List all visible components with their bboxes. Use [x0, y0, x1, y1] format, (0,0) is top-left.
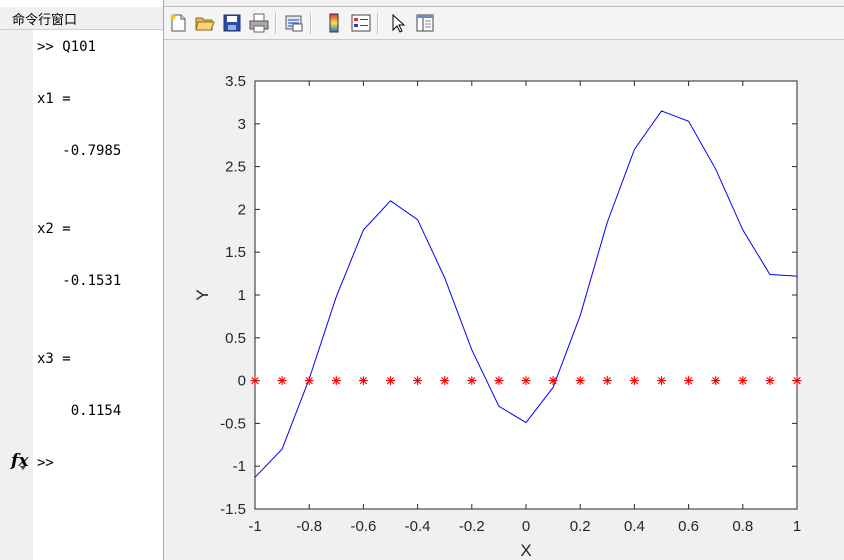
y-tick-label: 1.5 [225, 244, 246, 261]
command-output-line: -0.7985 [37, 143, 122, 159]
y-tick-label: 1 [238, 287, 246, 304]
insert-legend-icon[interactable] [350, 12, 372, 34]
axes-box [254, 80, 798, 510]
y-tick-label: -1 [233, 458, 246, 475]
print-icon[interactable] [248, 12, 270, 34]
figure-toolbar [164, 7, 844, 40]
figure-plot-area[interactable]: -1 -0.8 -0.6 -0.4 -0.2 0 0.2 0.4 0.6 0.8 1-1.5-1-0… [164, 40, 844, 560]
series-star-marker [738, 376, 748, 386]
series-star-marker [467, 376, 477, 386]
series-star-marker [413, 376, 423, 386]
x-axis-label: X [520, 541, 531, 560]
command-output-line: x1 = [37, 91, 71, 107]
command-window-title-bar: 命令行窗口 [0, 7, 163, 30]
edit-plot-arrow-icon[interactable] [387, 12, 409, 34]
x-tick-label: 0.4 [624, 518, 645, 535]
toolbar-separator [310, 13, 312, 34]
series-star-marker [684, 376, 694, 386]
x-tick-label: 0 [522, 518, 530, 535]
command-output-line: -0.1531 [37, 273, 122, 289]
property-inspector-icon[interactable] [414, 12, 436, 34]
series-star-marker [277, 376, 287, 386]
insert-colorbar-icon[interactable] [323, 12, 345, 34]
command-output-line: x3 = [37, 351, 71, 367]
new-figure-icon[interactable] [167, 12, 189, 34]
series-star-marker [494, 376, 504, 386]
series-star-marker [629, 376, 639, 386]
y-tick-label: 0 [238, 373, 246, 390]
command-output-line: x2 = [37, 221, 71, 237]
save-icon[interactable] [221, 12, 243, 34]
command-window[interactable]: 命令行窗口 >> Q101 x1 = -0.7985 x2 = -0.1531 … [0, 0, 164, 560]
command-output-line: 0.1154 [37, 403, 122, 419]
x-tick-label: -0.8 [296, 518, 322, 535]
y-tick-label: 2.5 [225, 159, 246, 176]
series-star-marker [304, 376, 314, 386]
series-star-marker [792, 376, 802, 386]
series-star-marker [602, 376, 612, 386]
x-tick-label: -0.4 [405, 518, 431, 535]
series-star-marker [358, 376, 368, 386]
x-tick-label: 1 [793, 518, 801, 535]
series-star-marker [657, 376, 666, 386]
command-line: >> Q101 [37, 39, 97, 55]
series-star-marker [765, 376, 775, 386]
figure-menu-bar-edge [164, 0, 844, 7]
x-tick-label: 0.6 [678, 518, 699, 535]
link-plot-icon[interactable] [283, 12, 305, 34]
fx-dropdown-caret-icon [20, 466, 26, 470]
y-tick-label: 3.5 [225, 73, 246, 90]
y-axis-label: Y [193, 289, 212, 300]
y-tick-label: 2 [238, 201, 246, 218]
toolbar-separator [275, 13, 277, 34]
command-window-title: 命令行窗口 [12, 13, 78, 28]
series-star-marker [331, 376, 341, 386]
figure-window: -1 -0.8 -0.6 -0.4 -0.2 0 0.2 0.4 0.6 0.8 1 -1.5 -1 -0… [164, 0, 844, 560]
command-window-gutter [0, 30, 33, 560]
series-star-marker [440, 376, 450, 386]
x-tick-label: -0.6 [350, 518, 376, 535]
series-star-marker [521, 376, 531, 386]
toolbar-separator [377, 13, 379, 34]
series-star-marker [548, 376, 558, 386]
command-prompt[interactable]: >> [37, 455, 54, 471]
series-star-marker [386, 376, 395, 386]
y-tick-label: 0.5 [225, 330, 246, 347]
y-tick-label: 3 [238, 116, 246, 133]
plot-axes: -1 -0.8 -0.6 -0.4 -0.2 0 0.2 0.4 0.6 0.8 1-1.5-1-0… [193, 73, 802, 560]
y-tick-label: -1.5 [220, 501, 246, 518]
series-star-marker [711, 376, 721, 386]
x-tick-label: 0.8 [732, 518, 753, 535]
y-tick-label: -0.5 [220, 415, 246, 432]
series-star-marker [250, 376, 260, 386]
open-file-icon[interactable] [194, 12, 216, 34]
x-tick-label: -1 [248, 518, 261, 535]
series-star-marker [575, 376, 585, 386]
x-tick-label: 0.2 [570, 518, 591, 535]
x-tick-label: -0.2 [459, 518, 485, 535]
